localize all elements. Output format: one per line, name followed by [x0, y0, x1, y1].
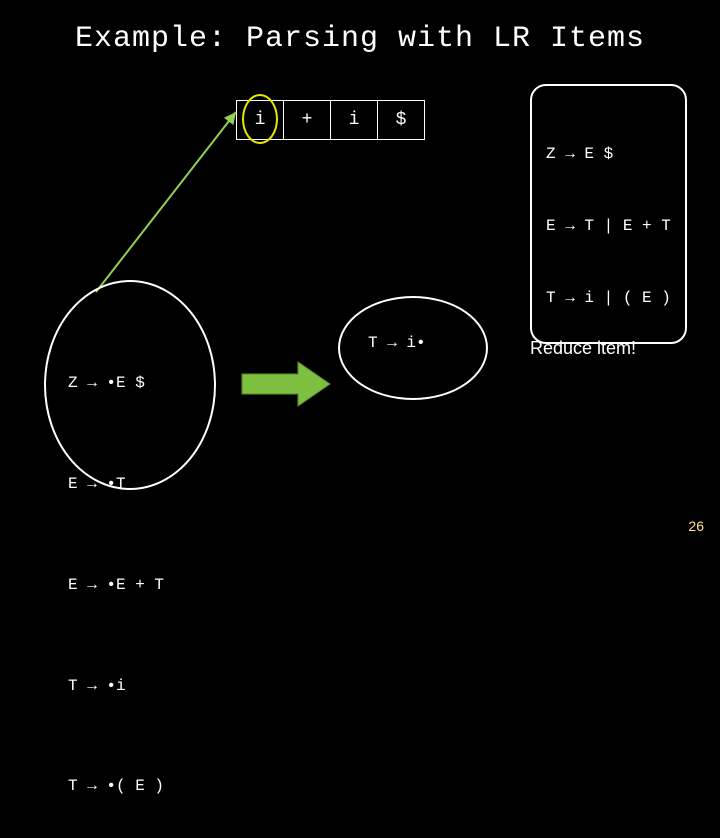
state-items-initial: Z → •E $ E → •T E → •E + T T → •i T → •(… [68, 300, 164, 838]
grammar-rule: Z → E $ [546, 142, 671, 166]
slide-number: 26 [688, 518, 704, 534]
tape-cell: i [330, 100, 378, 140]
lr-item: T → •i [68, 670, 164, 704]
tape-cell: $ [377, 100, 425, 140]
pointer-line [96, 112, 246, 302]
lr-item: T → •( E ) [68, 770, 164, 804]
current-symbol-highlight [242, 94, 278, 144]
lr-item: E → •T [68, 468, 164, 502]
slide-title: Example: Parsing with LR Items [0, 22, 720, 56]
lr-item: E → •E + T [68, 569, 164, 603]
grammar-rule: T → i | ( E ) [546, 286, 671, 310]
lr-item: T → i• [368, 334, 426, 352]
grammar-rule: E → T | E + T [546, 214, 671, 238]
action-note: Reduce item! [530, 338, 636, 359]
lr-item: Z → •E $ [68, 367, 164, 401]
grammar-box: Z → E $ E → T | E + T T → i | ( E ) [530, 84, 687, 344]
transition-arrow-icon [240, 360, 332, 408]
tape-cell: + [283, 100, 331, 140]
